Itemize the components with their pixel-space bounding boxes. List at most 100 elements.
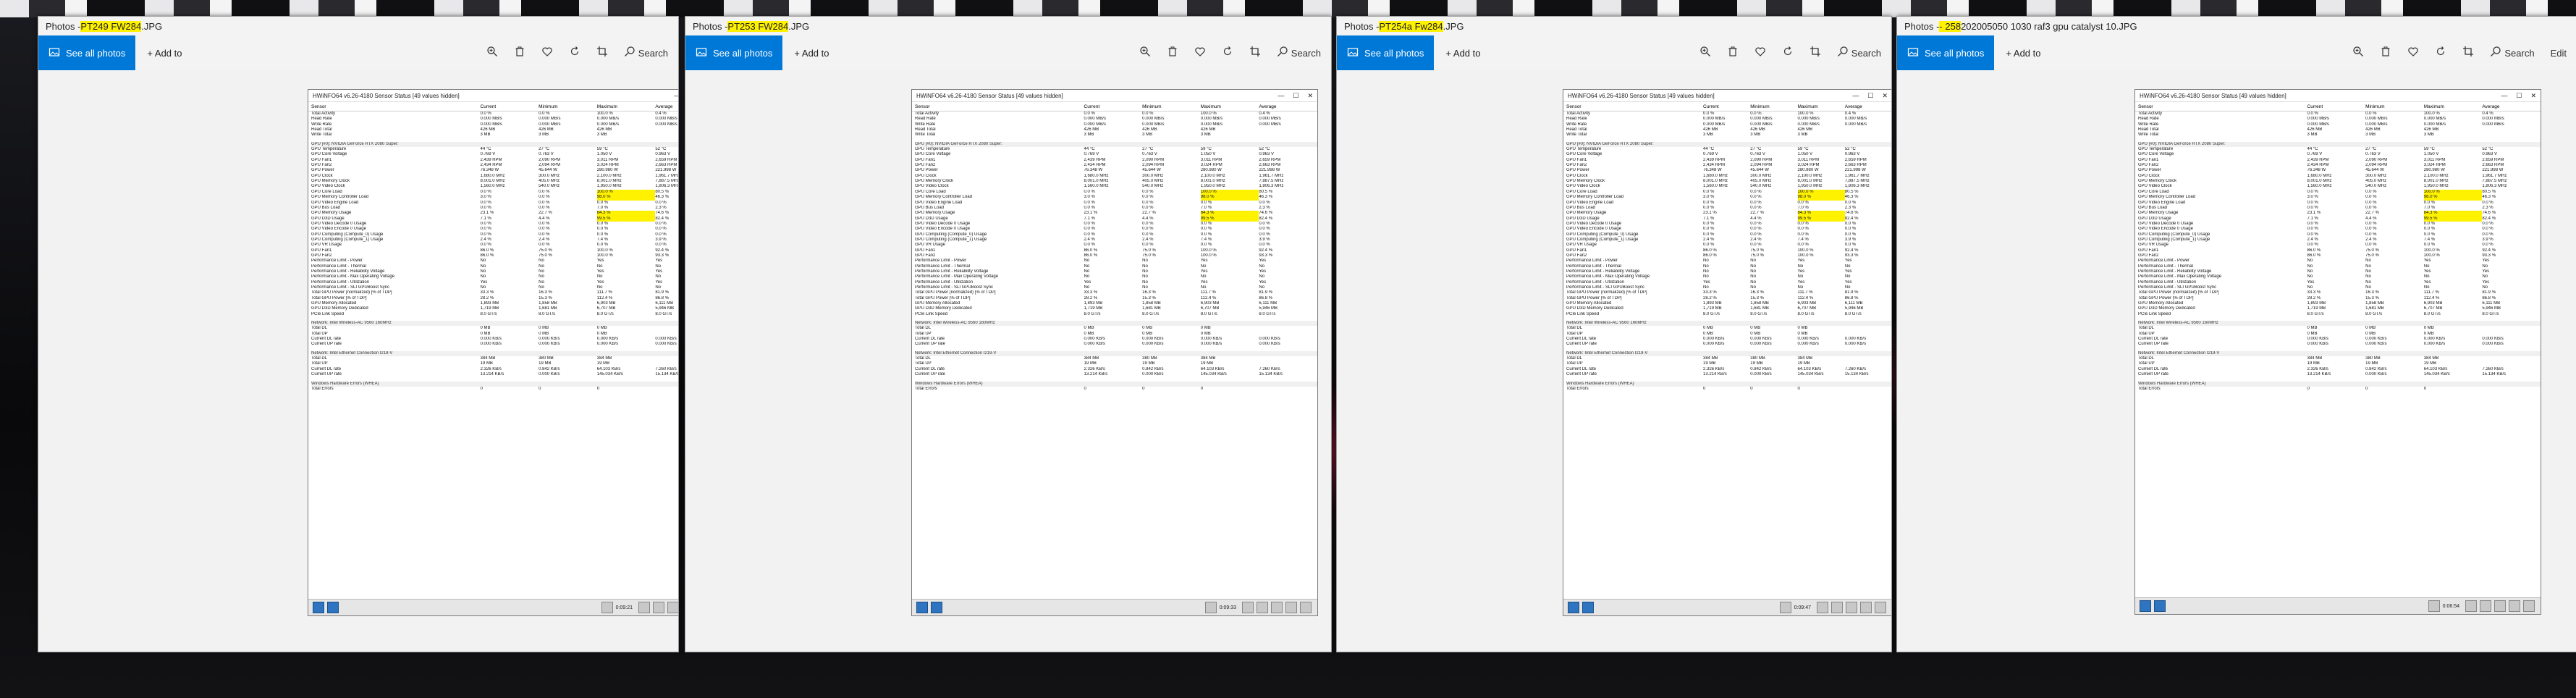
sensor-row[interactable]: GPU Bus Load 0.0 % 0.0 % 7.0 % 2.3 % <box>1566 206 1891 211</box>
sensor-row[interactable]: GPU Memory Clock 8,001.0 MHz 405.0 MHz 8,00… <box>1566 179 1891 184</box>
sensor-row[interactable]: Current UP rate 13.214 KB/s 0.000 KB/s 145.… <box>1566 372 1891 377</box>
sensor-row[interactable]: GPU Power 76.348 W 45.644 W 280.980 W 221.99… <box>915 168 1317 173</box>
rotate-icon[interactable] <box>2435 46 2446 61</box>
sensor-row[interactable]: GPU Core Voltage 0.769 V 0.763 V 1.050 V 0.9… <box>2138 152 2541 157</box>
sensor-row[interactable]: Performance Limit - Reliability Voltage N… <box>915 269 1317 274</box>
section-header[interactable]: Network: Intel Wireless-AC 9560 160MHz <box>2138 321 2541 327</box>
sensor-row[interactable]: GPU Power 76.348 W 45.644 W 280.980 W 221.99… <box>311 168 678 173</box>
sensor-row[interactable]: GPU D3D Usage 7.1 % 4.4 % 99.5 % 82.4 % <box>1566 216 1891 222</box>
sensor-row[interactable]: Total GPU Power (normalized) [% of TDP] 3… <box>915 290 1317 295</box>
sensor-row[interactable]: Total GPU Power [% of TDP] 28.2 % 15.3 % 11… <box>1566 296 1891 301</box>
sensor-row[interactable]: GPU Fan2 86.0 % 75.0 % 100.0 % 93.3 % <box>1566 253 1891 258</box>
sensor-row[interactable]: Performance Limit - Utilization Yes No Yes Y… <box>311 280 678 285</box>
sensor-row[interactable]: GPU Fan2 2,434 RPM 2,094 RPM 3,024 RPM 2,663… <box>915 163 1317 168</box>
sensor-row[interactable]: Total DL 0 MB 0 MB 0 MB <box>311 326 678 331</box>
add-to-button[interactable]: + Add to <box>1994 48 2052 59</box>
settings-icon[interactable] <box>1846 602 1857 613</box>
column-header[interactable]: Current <box>1084 104 1143 109</box>
sensor-row[interactable]: GPU Core Load 0.0 % 0.0 % 100.0 % 80.5 % <box>311 189 678 195</box>
section-header[interactable]: Network: Intel Ethernet Connection I219-… <box>1566 350 1891 357</box>
column-header[interactable]: Current <box>1703 104 1750 109</box>
see-all-photos-button[interactable]: See all photos <box>1337 35 1435 70</box>
zoom-in-icon[interactable] <box>1139 46 1151 61</box>
column-header[interactable]: Maximum <box>1798 104 1845 109</box>
crop-icon[interactable] <box>1809 46 1821 61</box>
sensor-row[interactable]: GPU Clock 1,680.0 MHz 300.0 MHz 2,100.0 MHz… <box>311 174 678 179</box>
sensor-row[interactable]: Write Total 3 MB 3 MB 3 MB <box>1566 133 1891 138</box>
sensor-row[interactable]: GPU Core Load 0.0 % 0.0 % 100.0 % 80.5 % <box>915 189 1317 195</box>
exit-icon[interactable] <box>2523 600 2535 612</box>
see-all-photos-button[interactable]: See all photos <box>685 35 783 70</box>
maximize-icon[interactable]: ☐ <box>1867 92 1873 100</box>
search-button[interactable]: Search <box>2490 46 2535 61</box>
section-header[interactable]: Network: Intel Ethernet Connection I219-… <box>915 350 1317 357</box>
sensor-row[interactable]: GPU Fan1 86.0 % 75.0 % 100.0 % 92.4 % <box>915 248 1317 253</box>
section-header[interactable]: GPU [#0]: NVIDIA GeForce RTX 2080 Super: <box>915 141 1317 148</box>
sensor-row[interactable]: GPU Fan2 86.0 % 75.0 % 100.0 % 93.3 % <box>2138 253 2541 258</box>
section-header[interactable]: Network: Intel Ethernet Connection I219-… <box>311 350 678 357</box>
settings-icon[interactable] <box>2494 600 2506 612</box>
sensor-row[interactable]: Total UP 19 MB 19 MB 19 MB <box>915 361 1317 366</box>
sensor-row[interactable]: Total DL 384 MB 380 MB 384 MB <box>915 356 1317 361</box>
close-icon[interactable]: ✕ <box>1882 92 1888 100</box>
zoom-in-icon[interactable] <box>1699 46 1711 61</box>
column-header[interactable]: Sensor <box>311 104 481 109</box>
sensor-row[interactable]: GPU Computing (Compute_1) Usage 2.4 % 2.4 … <box>2138 237 2541 243</box>
zoom-in-icon[interactable] <box>486 46 498 61</box>
sensor-row[interactable]: GPU Fan1 86.0 % 75.0 % 100.0 % 92.4 % <box>2138 248 2541 253</box>
sensor-row[interactable]: Performance Limit - Reliability Voltage N… <box>2138 269 2541 274</box>
sensor-row[interactable]: Total Activity 0.0 % 0.0 % 100.0 % 0.4 % <box>1566 112 1891 117</box>
section-header[interactable]: GPU [#0]: NVIDIA GeForce RTX 2080 Super: <box>1566 141 1891 148</box>
sensor-row[interactable]: GPU Fan1 86.0 % 75.0 % 100.0 % 92.4 % <box>311 248 678 253</box>
sensor-row[interactable]: Write Total 3 MB 3 MB 3 MB <box>311 133 678 138</box>
sensor-row[interactable]: Current DL rate 0.000 KB/s 0.000 KB/s 0.000… <box>2138 337 2541 342</box>
sensor-row[interactable]: Write Rate 0.000 MB/s 0.000 MB/s 0.000 MB/s… <box>915 122 1317 127</box>
add-to-button[interactable]: + Add to <box>782 48 840 59</box>
rotate-icon[interactable] <box>1782 46 1794 61</box>
sensor-row[interactable]: Total DL 384 MB 380 MB 384 MB <box>1566 356 1891 361</box>
sensor-row[interactable]: Performance Limit - Max Operating Voltag… <box>2138 274 2541 279</box>
sensor-row[interactable]: GPU VR Usage 0.0 % 0.0 % 0.0 % 0.0 % <box>311 243 678 248</box>
sensor-row[interactable]: Read Total 426 MB 426 MB 426 MB <box>311 127 678 133</box>
column-header[interactable]: Average <box>1845 104 1891 109</box>
sensor-row[interactable]: GPU Computing (Compute_0) Usage 0.0 % 0.0 … <box>915 232 1317 237</box>
section-header[interactable]: Windows Hardware Errors (WHEA) <box>311 381 678 387</box>
sensor-row[interactable]: GPU Video Clock 1,560.0 MHz 540.0 MHz 1,950… <box>2138 184 2541 189</box>
sensor-row[interactable]: GPU Fan1 2,439 RPM 2,090 RPM 3,011 RPM 2,659… <box>915 158 1317 163</box>
sensor-row[interactable]: GPU Memory Clock 8,001.0 MHz 405.0 MHz 8,00… <box>2138 179 2541 184</box>
sensor-row[interactable]: Total Activity 0.0 % 0.0 % 100.0 % 0.4 % <box>915 112 1317 117</box>
reset-icon[interactable] <box>2509 600 2520 612</box>
sensor-row[interactable]: GPU Memory Allocated 1,893 MB 1,858 MB 6,90… <box>915 301 1317 306</box>
column-header[interactable]: Current <box>481 104 539 109</box>
sensor-row[interactable]: Total UP 19 MB 19 MB 19 MB <box>311 361 678 366</box>
heart-icon[interactable] <box>541 46 553 61</box>
sensor-row[interactable]: Total Errors 0 0 0 <box>915 387 1317 392</box>
sensor-row[interactable]: Read Rate 0.000 MB/s 0.000 MB/s 0.000 MB/s 0… <box>2138 117 2541 122</box>
column-header[interactable]: Minimum <box>2365 104 2424 109</box>
rotate-icon[interactable] <box>569 46 580 61</box>
sensor-row[interactable]: Read Total 426 MB 426 MB 426 MB <box>2138 127 2541 133</box>
sensor-row[interactable]: GPU Video Clock 1,560.0 MHz 540.0 MHz 1,950… <box>915 184 1317 189</box>
sensor-row[interactable]: GPU VR Usage 0.0 % 0.0 % 0.0 % 0.0 % <box>1566 243 1891 248</box>
sensor-row[interactable]: Performance Limit - Utilization Yes No Yes Y… <box>2138 280 2541 285</box>
graph-icon[interactable] <box>1831 602 1843 613</box>
sensor-row[interactable]: GPU Video Engine Load 0.0 % 0.0 % 0.0 % 0.0 … <box>311 201 678 206</box>
section-header[interactable]: Windows Hardware Errors (WHEA) <box>915 381 1317 387</box>
minimize-icon[interactable]: — <box>2501 92 2507 100</box>
nav-left-icon[interactable] <box>916 602 928 613</box>
sensor-row[interactable]: GPU Fan1 2,439 RPM 2,090 RPM 3,011 RPM 2,659… <box>2138 158 2541 163</box>
delete-icon[interactable] <box>514 46 525 61</box>
sensor-row[interactable]: Read Total 426 MB 426 MB 426 MB <box>1566 127 1891 133</box>
sensor-row[interactable]: GPU Video Encode 0 Usage 0.0 % 0.0 % 0.0 % 0… <box>2138 227 2541 232</box>
sensor-row[interactable]: Performance Limit - Max Operating Voltag… <box>1566 274 1891 279</box>
column-header[interactable]: Maximum <box>2424 104 2483 109</box>
sensor-row[interactable]: GPU Fan1 2,439 RPM 2,090 RPM 3,011 RPM 2,659… <box>311 158 678 163</box>
sensor-row[interactable]: GPU Temperature 44 °C 27 °C 59 °C 52 °C <box>311 147 678 152</box>
edit-button[interactable]: Edit <box>2551 48 2567 59</box>
heart-icon[interactable] <box>1194 46 1206 61</box>
nav-right-icon[interactable] <box>2154 600 2166 612</box>
column-header[interactable]: Minimum <box>1142 104 1201 109</box>
sensor-row[interactable]: Performance Limit - Thermal No No No No <box>2138 264 2541 269</box>
crop-icon[interactable] <box>596 46 608 61</box>
column-header[interactable]: Sensor <box>1566 104 1703 109</box>
